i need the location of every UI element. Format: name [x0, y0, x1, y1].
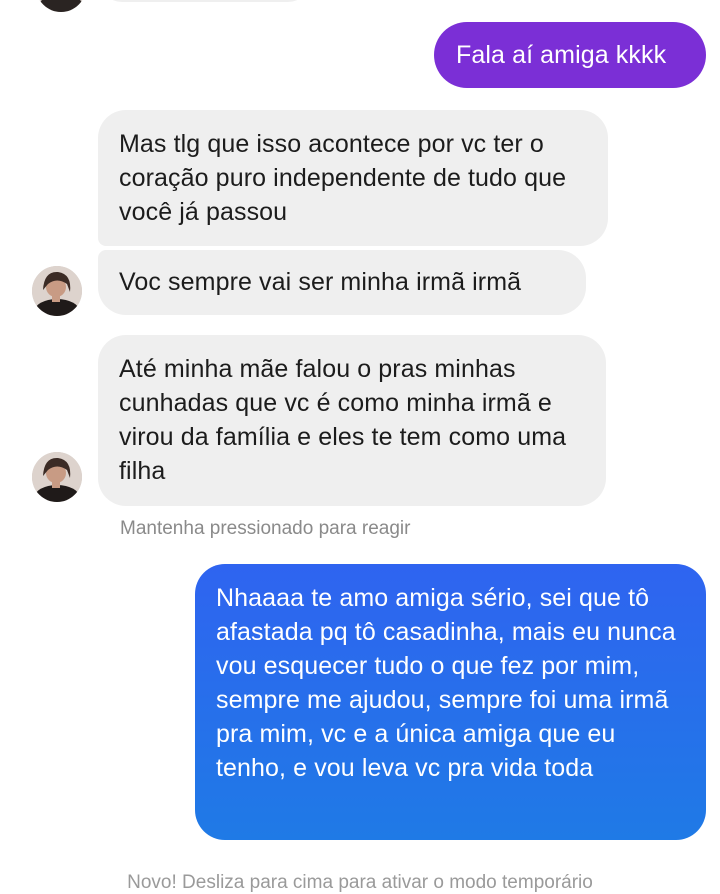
message-bubble-incoming[interactable]: Mas tlg que isso acontece por vc ter o c… [98, 110, 608, 246]
message-bubble-incoming[interactable]: Voc sempre vai ser minha irmã irmã [98, 250, 586, 315]
message-bubble-incoming[interactable]: Até minha mãe falou o pras minhas cunhad… [98, 335, 606, 506]
avatar-photo-icon [36, 0, 86, 12]
contact-avatar[interactable] [32, 452, 82, 502]
reaction-hint: Mantenha pressionado para reagir [120, 518, 411, 539]
message-bubble-outgoing[interactable]: Fala aí amiga kkkk [434, 22, 706, 88]
message-text: Nhaaaa te amo amiga sério, sei que tô af… [216, 584, 676, 782]
avatar-photo-icon [32, 266, 82, 316]
message-thread[interactable]: Fala aí amiga kkkk Mas tlg que isso acon… [0, 0, 720, 893]
contact-avatar[interactable] [32, 266, 82, 316]
message-bubble-outgoing[interactable]: Nhaaaa te amo amiga sério, sei que tô af… [195, 564, 706, 840]
message-text: Até minha mãe falou o pras minhas cunhad… [119, 355, 567, 485]
message-text: Voc sempre vai ser minha irmã irmã [119, 268, 522, 296]
avatar-photo-icon [32, 452, 82, 502]
vanish-mode-hint[interactable]: Novo! Desliza para cima para ativar o mo… [0, 872, 720, 894]
message-text: Mas tlg que isso acontece por vc ter o c… [119, 130, 567, 226]
contact-avatar[interactable] [36, 0, 86, 12]
message-text: Fala aí amiga kkkk [456, 41, 667, 69]
message-bubble-cropped[interactable] [100, 0, 310, 2]
